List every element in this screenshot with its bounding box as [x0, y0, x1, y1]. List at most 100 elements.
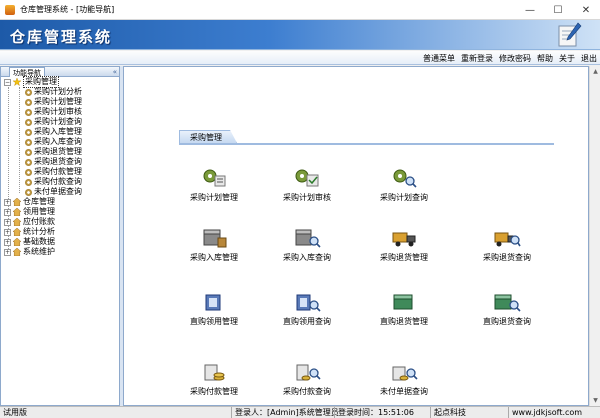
star-icon [13, 78, 21, 86]
menu-change-password[interactable]: 修改密码 [499, 53, 531, 64]
sidebar-header: 功能导航 « [1, 67, 119, 77]
pen-document-icon [558, 22, 582, 47]
inbound-box-icon [203, 229, 227, 248]
inbound-search-icon [295, 229, 321, 248]
window-titlebar: 仓库管理系统 - [功能导航] — ☐ ✕ [0, 0, 600, 20]
module-direct-use-manage[interactable]: 直购领用管理 [174, 291, 254, 331]
direct-use-search-icon [296, 294, 321, 312]
menu-help[interactable]: 帮助 [537, 53, 553, 64]
status-bar: 试用版 登录人：[Admin]系统管理员 登录时间：15:51:06 起点科技 … [0, 406, 600, 418]
status-login-user: 登录人：[Admin]系统管理员 [231, 407, 339, 418]
window-title: 仓库管理系统 - [功能导航] [20, 5, 115, 14]
module-inbound-manage[interactable]: 采购入库管理 [174, 227, 254, 267]
module-direct-return-manage[interactable]: 直购退货管理 [364, 291, 444, 331]
main-panel: 采购管理 采购计划管理 采购计划审核 采购计划查询 采购入库管理 采购入库查询 … [123, 66, 589, 406]
close-button[interactable]: ✕ [572, 0, 600, 20]
module-plan-review[interactable]: 采购计划审核 [267, 167, 347, 207]
navigation-sidebar: 功能导航 « − 采购管理 采购计划分析 采购计划管理 采购计划审核 采购计划查… [0, 66, 120, 406]
status-login-time: 登录时间：15:51:06 [334, 407, 414, 418]
section-title: 采购管理 [179, 130, 237, 143]
expand-toggle-icon[interactable]: + [4, 208, 11, 216]
window-controls: — ☐ ✕ [516, 0, 600, 20]
menu-exit[interactable]: 退出 [581, 53, 597, 64]
minimize-button[interactable]: — [516, 0, 544, 20]
menu-relogin[interactable]: 重新登录 [461, 53, 493, 64]
payment-coins-icon [204, 364, 225, 381]
plan-review-icon [295, 169, 319, 187]
module-return-query[interactable]: 采购退货查询 [467, 227, 547, 267]
gear-icon [25, 98, 32, 106]
tree-node-purchase[interactable]: − 采购管理 [4, 76, 59, 88]
banner-title: 仓库管理系统 [10, 28, 113, 46]
direct-return-search-icon [494, 294, 521, 312]
house-icon [13, 198, 21, 206]
expand-toggle-icon[interactable]: + [4, 238, 11, 246]
module-plan-query[interactable]: 采购计划查询 [364, 167, 444, 207]
expand-toggle-icon[interactable]: + [4, 228, 11, 236]
gear-icon [25, 148, 32, 156]
module-direct-return-query[interactable]: 直购退货查询 [467, 291, 547, 331]
app-icon [5, 4, 15, 15]
collapse-toggle-icon[interactable]: − [4, 78, 11, 86]
section-divider [179, 143, 554, 145]
tree-node-requisition[interactable]: + 领用管理 [4, 207, 55, 217]
module-payment-query[interactable]: 采购付款查询 [267, 361, 347, 401]
expand-toggle-icon[interactable]: + [4, 218, 11, 226]
tree-item-payment-query[interactable]: 采购付款查询 [25, 177, 82, 187]
tree-node-payables[interactable]: + 应付账款 [4, 217, 55, 227]
direct-use-icon [205, 294, 221, 311]
tree-node-warehouse[interactable]: + 仓库管理 [4, 197, 55, 207]
payment-search-icon [296, 364, 321, 381]
gear-icon [25, 138, 32, 146]
scroll-down-icon[interactable]: ▼ [590, 395, 600, 406]
tree-item-inbound-manage[interactable]: 采购入库管理 [25, 127, 82, 137]
module-plan-manage[interactable]: 采购计划管理 [174, 167, 254, 207]
house-icon [13, 208, 21, 216]
tree-item-return-query[interactable]: 采购退货查询 [25, 157, 82, 167]
gear-icon [25, 188, 32, 196]
module-inbound-query[interactable]: 采购入库查询 [267, 227, 347, 267]
tree-item-plan-analysis[interactable]: 采购计划分析 [25, 87, 82, 97]
tree-item-plan-review[interactable]: 采购计划审核 [25, 107, 82, 117]
maximize-button[interactable]: ☐ [544, 0, 572, 20]
tree-node-statistics[interactable]: + 统计分析 [4, 227, 55, 237]
scroll-up-icon[interactable]: ▲ [590, 66, 600, 77]
house-icon [13, 218, 21, 226]
module-unpaid-query[interactable]: 未付单据查询 [364, 361, 444, 401]
expand-toggle-icon[interactable]: + [4, 248, 11, 256]
status-company: 起点科技 [430, 407, 466, 418]
gear-icon [25, 108, 32, 116]
gear-icon [25, 168, 32, 176]
gear-icon [25, 158, 32, 166]
tree-item-unpaid-query[interactable]: 未付单据查询 [25, 187, 82, 197]
module-direct-use-query[interactable]: 直购领用查询 [267, 291, 347, 331]
return-search-icon [494, 232, 521, 247]
gear-icon [25, 178, 32, 186]
gear-icon [25, 88, 32, 96]
menu-items: 普通菜单 重新登录 修改密码 帮助 关于 退出 [423, 53, 597, 64]
gear-icon [25, 128, 32, 136]
menu-about[interactable]: 关于 [559, 53, 575, 64]
tree-item-payment-manage[interactable]: 采购付款管理 [25, 167, 82, 177]
app-banner: 仓库管理系统 [0, 20, 600, 50]
tree-item-plan-manage[interactable]: 采购计划管理 [25, 97, 82, 107]
return-truck-icon [392, 232, 416, 247]
tree-node-basic-data[interactable]: + 基础数据 [4, 237, 55, 247]
house-icon [13, 238, 21, 246]
expand-toggle-icon[interactable]: + [4, 198, 11, 206]
module-return-manage[interactable]: 采购退货管理 [364, 227, 444, 267]
status-website: www.jdkjsoft.com [508, 407, 582, 418]
module-payment-manage[interactable]: 采购付款管理 [174, 361, 254, 401]
menu-bar: 普通菜单 重新登录 修改密码 帮助 关于 退出 [0, 51, 600, 65]
status-version: 试用版 [3, 408, 27, 417]
tree-item-plan-query[interactable]: 采购计划查询 [25, 117, 82, 127]
tree-item-inbound-query[interactable]: 采购入库查询 [25, 137, 82, 147]
plan-gear-icon [203, 169, 226, 187]
menu-normal[interactable]: 普通菜单 [423, 53, 455, 64]
tree-node-system[interactable]: + 系统维护 [4, 247, 55, 257]
plan-search-icon [393, 169, 417, 188]
tree-item-return-manage[interactable]: 采购退货管理 [25, 147, 82, 157]
collapse-icon[interactable]: « [113, 67, 117, 77]
house-icon [13, 228, 21, 236]
vertical-scrollbar[interactable]: ▲ ▼ [589, 66, 600, 406]
